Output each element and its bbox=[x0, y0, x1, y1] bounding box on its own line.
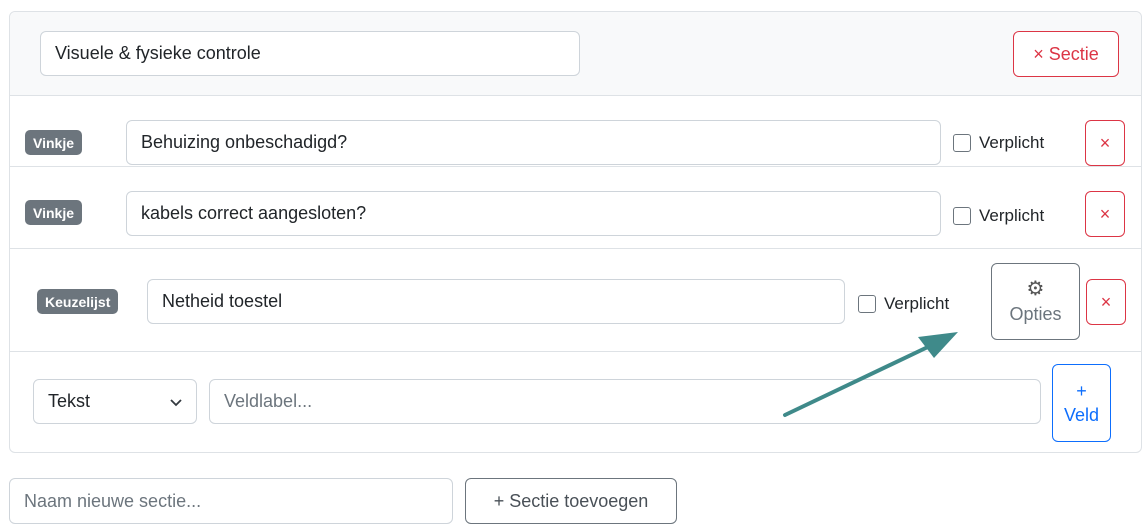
remove-field-button[interactable]: × bbox=[1085, 120, 1125, 166]
close-icon: × bbox=[1100, 291, 1112, 312]
new-section-name-input[interactable]: Naam nieuwe sectie... bbox=[9, 478, 453, 524]
checkbox-box[interactable] bbox=[858, 295, 876, 313]
required-checkbox[interactable]: Verplicht bbox=[953, 133, 1044, 153]
field-label-value: Netheid toestel bbox=[162, 291, 283, 311]
field-label-value: kabels correct aangesloten? bbox=[141, 203, 367, 223]
field-type-selected: Tekst bbox=[48, 391, 91, 411]
section-header: Visuele & fysieke controle × Sectie bbox=[10, 12, 1141, 96]
field-label-input[interactable]: kabels correct aangesloten? bbox=[126, 191, 941, 236]
checkbox-box[interactable] bbox=[953, 134, 971, 152]
required-checkbox[interactable]: Verplicht bbox=[953, 206, 1044, 226]
field-label-placeholder: Veldlabel... bbox=[224, 391, 313, 411]
required-label: Verplicht bbox=[979, 133, 1045, 152]
remove-field-button[interactable]: × bbox=[1086, 279, 1126, 325]
field-row: Vinkje kabels correct aangesloten? Verpl… bbox=[10, 167, 1141, 249]
chevron-down-icon bbox=[170, 391, 182, 412]
field-type-select[interactable]: Tekst bbox=[33, 379, 197, 424]
required-label: Verplicht bbox=[979, 206, 1045, 225]
remove-section-button[interactable]: × Sectie bbox=[1013, 31, 1119, 77]
add-field-button[interactable]: + Veld bbox=[1052, 364, 1111, 442]
gear-icon: ⚙ bbox=[1026, 278, 1045, 300]
close-icon: × bbox=[1099, 203, 1111, 224]
add-section-button[interactable]: + Sectie toevoegen bbox=[465, 478, 677, 524]
field-type-badge: Keuzelijst bbox=[37, 289, 119, 314]
checkbox-box[interactable] bbox=[953, 207, 971, 225]
required-label: Verplicht bbox=[884, 294, 950, 313]
section-card: Visuele & fysieke controle × Sectie Vink… bbox=[9, 11, 1142, 453]
field-label-input[interactable]: Netheid toestel bbox=[147, 279, 845, 324]
field-type-badge: Vinkje bbox=[25, 200, 82, 225]
field-label-value: Behuizing onbeschadigd? bbox=[141, 132, 348, 152]
field-label-input[interactable]: Veldlabel... bbox=[209, 379, 1041, 424]
remove-section-label: × Sectie bbox=[1033, 43, 1099, 64]
field-type-badge: Vinkje bbox=[25, 130, 82, 155]
section-title-input[interactable]: Visuele & fysieke controle bbox=[40, 31, 580, 76]
required-checkbox[interactable]: Verplicht bbox=[858, 294, 949, 314]
field-row: Keuzelijst Netheid toestel Verplicht ⚙ O… bbox=[10, 249, 1141, 352]
close-icon: × bbox=[1099, 132, 1111, 153]
add-field-label: Veld bbox=[1063, 405, 1100, 425]
options-button[interactable]: ⚙ Opties bbox=[991, 263, 1080, 340]
new-section-placeholder: Naam nieuwe sectie... bbox=[24, 490, 202, 511]
options-label: Opties bbox=[1009, 304, 1062, 324]
section-title-value: Visuele & fysieke controle bbox=[55, 43, 261, 63]
remove-field-button[interactable]: × bbox=[1085, 191, 1125, 237]
field-row: Vinkje Behuizing onbeschadigd? Verplicht… bbox=[10, 97, 1141, 167]
add-section-label: + Sectie toevoegen bbox=[493, 490, 649, 511]
field-label-input[interactable]: Behuizing onbeschadigd? bbox=[126, 120, 941, 165]
plus-icon: + bbox=[1076, 380, 1087, 401]
